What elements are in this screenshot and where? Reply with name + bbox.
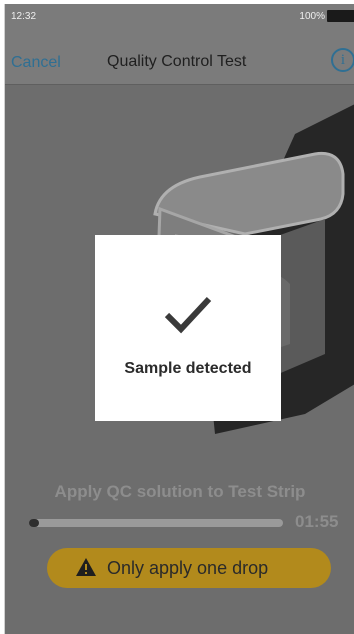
- page-title: Quality Control Test: [107, 53, 247, 70]
- checkmark-icon: [164, 296, 212, 334]
- status-bar: 12:32 100%: [5, 4, 354, 40]
- warning-label: Only apply one drop: [107, 558, 269, 578]
- cancel-button[interactable]: Cancel: [11, 54, 61, 72]
- warning-banner: Only apply one drop: [47, 548, 331, 588]
- countdown-timer: 01:55: [295, 512, 339, 531]
- info-icon[interactable]: i: [331, 48, 354, 72]
- battery-percent: 100%: [299, 11, 325, 22]
- instruction-text: Apply QC solution to Test Strip: [54, 482, 306, 501]
- progress-bar: [29, 519, 283, 527]
- app-screen: 12:32 100% Cancel Quality Control Test i…: [4, 4, 354, 634]
- status-time: 12:32: [11, 11, 37, 22]
- sample-detected-dialog: Sample detected: [95, 235, 281, 421]
- navigation-bar: Cancel Quality Control Test i: [5, 40, 354, 85]
- progress-fill: [29, 519, 40, 527]
- battery-icon: [327, 10, 354, 22]
- sample-detected-message: Sample detected: [124, 360, 252, 377]
- warning-triangle-icon: [76, 558, 96, 576]
